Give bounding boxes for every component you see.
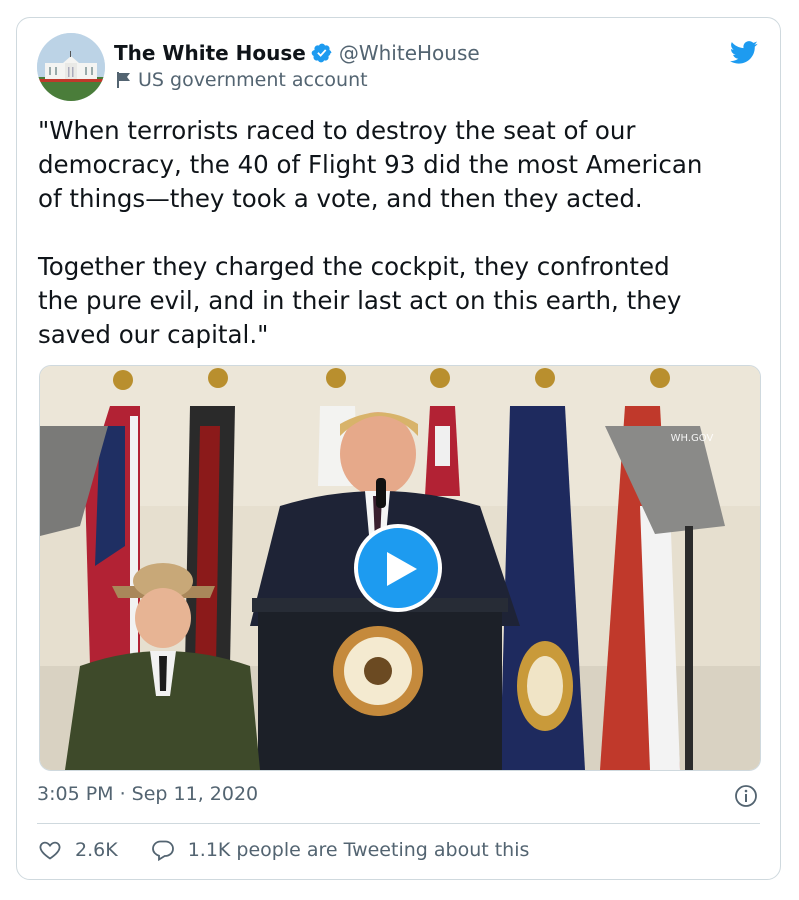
conversation-link[interactable]: 1.1K people are Tweeting about this <box>150 838 530 862</box>
government-flag-icon <box>117 72 130 88</box>
twitter-bird-icon[interactable] <box>728 38 760 66</box>
tweet-line: Together they charged the cockpit, they … <box>38 252 670 281</box>
tweet-actions: 2.6K 1.1K people are Tweeting about this <box>37 838 529 862</box>
tweet-line: "When terrorists raced to destroy the se… <box>38 116 636 145</box>
white-house-avatar-image <box>37 33 105 101</box>
verified-badge-icon <box>311 43 332 63</box>
tweet-line: of things—they took a vote, and then the… <box>38 184 643 213</box>
avatar[interactable] <box>37 33 105 101</box>
like-count: 2.6K <box>75 839 118 861</box>
author-name[interactable]: The White House <box>114 41 306 65</box>
tweet-timestamp[interactable]: 3:05 PM · Sep 11, 2020 <box>37 783 258 805</box>
conversation-text: 1.1K people are Tweeting about this <box>187 839 530 861</box>
watermark: WH.GOV <box>671 433 714 444</box>
tweet-line: democracy, the 40 of Flight 93 did the m… <box>38 150 703 179</box>
tweet-text: "When terrorists raced to destroy the se… <box>38 114 766 352</box>
government-account-label[interactable]: US government account <box>138 69 368 91</box>
play-button[interactable] <box>354 524 442 612</box>
tweet-line: saved our capital." <box>38 320 269 349</box>
divider <box>37 823 760 824</box>
like-button[interactable]: 2.6K <box>37 838 118 862</box>
info-icon[interactable] <box>734 784 758 808</box>
video-player[interactable]: WH.GOV <box>39 365 761 771</box>
author-handle[interactable]: @WhiteHouse <box>339 41 480 65</box>
tweet-line: the pure evil, and in their last act on … <box>38 286 682 315</box>
tweet-card: The White House @WhiteHouse US governmen… <box>16 17 781 880</box>
play-icon <box>387 552 417 586</box>
heart-icon <box>39 841 61 860</box>
reply-bubble-icon <box>151 840 174 862</box>
